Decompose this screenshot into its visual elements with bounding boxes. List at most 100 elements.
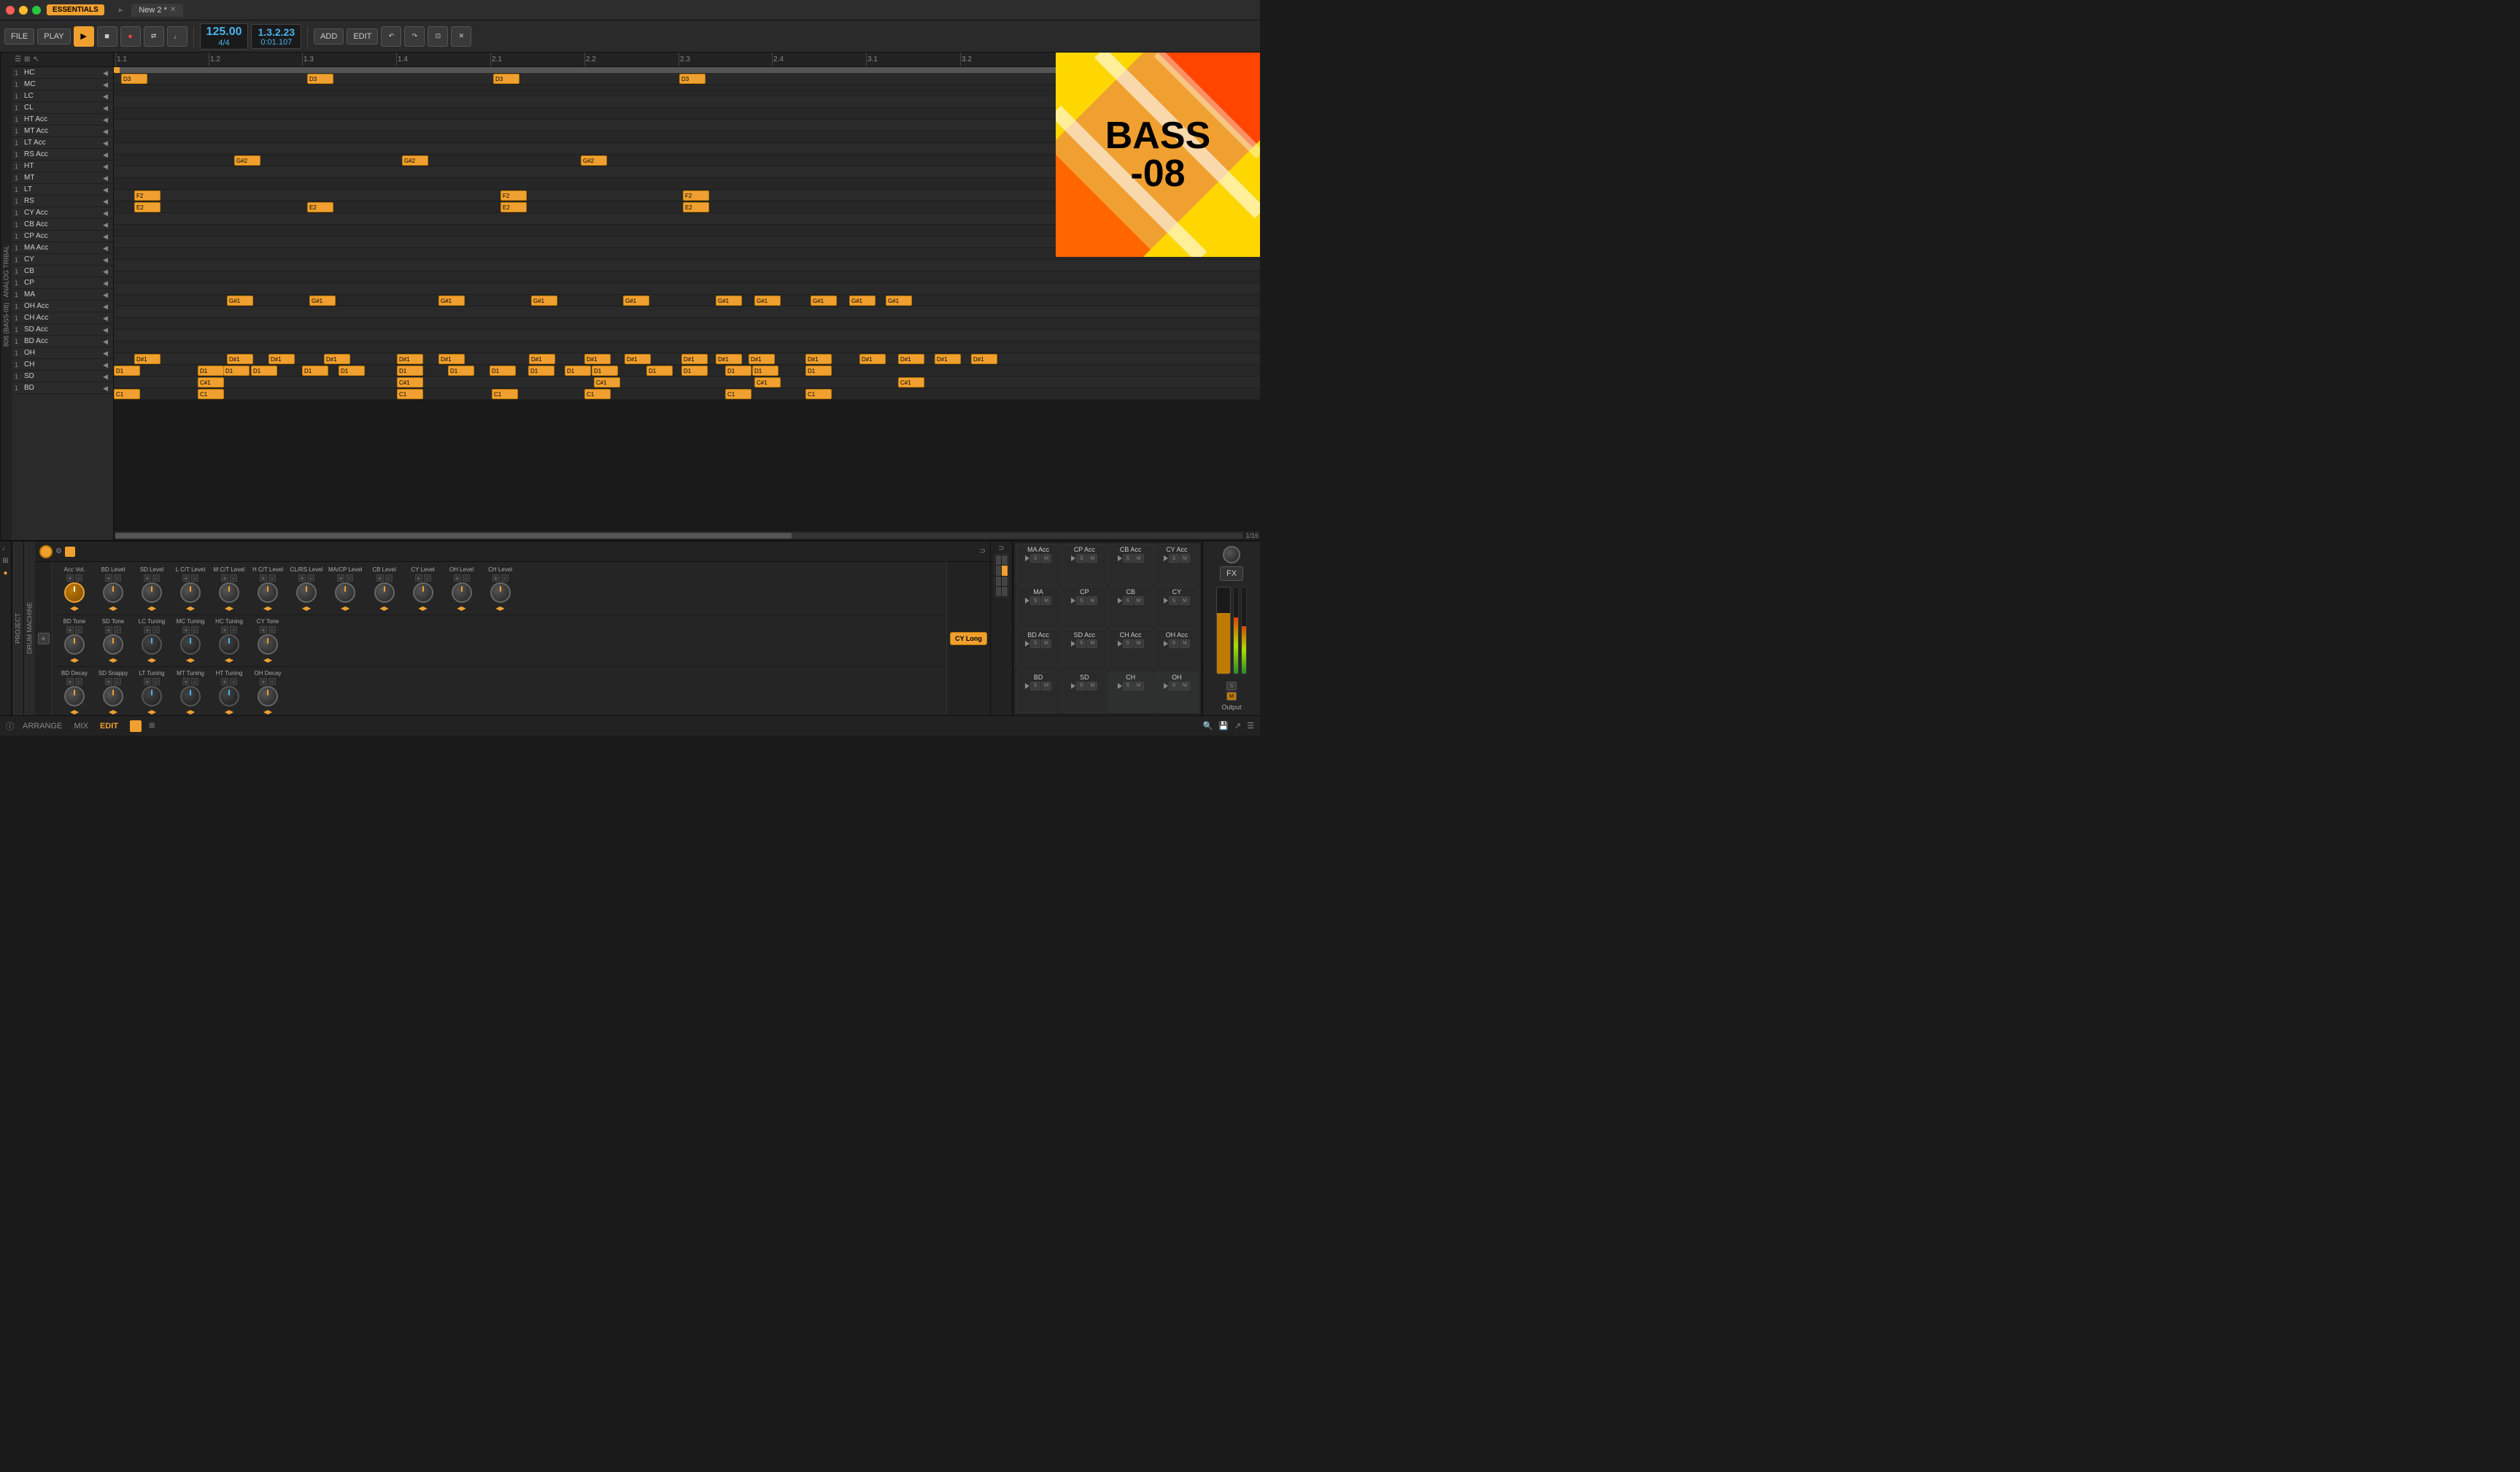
channel-mute-button[interactable]: M [1180, 639, 1190, 648]
track-mute-button[interactable]: ◀ [103, 315, 110, 322]
timeline-scrollbar[interactable]: 1/16 [114, 530, 1260, 540]
knob-plus-button[interactable]: + [144, 574, 151, 582]
note-block[interactable]: G#1 [623, 296, 649, 306]
knob-minus-button[interactable]: - [191, 626, 198, 633]
knob-minus-button[interactable]: - [501, 574, 509, 582]
knob-plus-button[interactable]: + [105, 626, 112, 633]
note-block[interactable]: D3 [679, 74, 706, 84]
note-block[interactable]: G#1 [716, 296, 742, 306]
pattern-cell[interactable] [1002, 555, 1008, 565]
knob-plus-button[interactable]: + [415, 574, 422, 582]
note-block[interactable]: C1 [584, 389, 611, 399]
knob-plus-button[interactable]: + [376, 574, 384, 582]
track-row-cb[interactable] [114, 271, 1260, 283]
channel-play-button[interactable] [1071, 641, 1075, 647]
note-block[interactable]: D#1 [227, 354, 253, 364]
track-row-ch[interactable]: D1D1D1D1D1D1D1D1D1D1D1D1D1D1D1D1D1 [114, 365, 1260, 377]
knob-cy-level[interactable] [413, 582, 433, 603]
knob-plus-button[interactable]: + [221, 678, 228, 685]
knob-plus-button[interactable]: + [260, 574, 267, 582]
channel-play-button[interactable] [1118, 683, 1122, 689]
pattern-cell-active[interactable] [1002, 566, 1008, 575]
capture-button[interactable]: ⊡ [428, 26, 448, 47]
track-row-ch-acc[interactable] [114, 318, 1260, 330]
channel-play-button[interactable] [1071, 683, 1075, 689]
scrollbar-thumb[interactable] [115, 533, 792, 539]
channel-mute-button[interactable]: M [1134, 682, 1144, 690]
channel-solo-button[interactable]: S [1169, 682, 1179, 690]
dm-power-btn[interactable] [39, 545, 53, 558]
knob-sd-snappy[interactable] [103, 686, 123, 706]
add-track-button[interactable]: + [38, 633, 50, 644]
m-button[interactable]: M [1226, 692, 1237, 701]
note-block[interactable]: D#1 [716, 354, 742, 364]
note-block[interactable]: G#2 [402, 155, 428, 166]
knob-plus-button[interactable]: + [105, 678, 112, 685]
channel-play-button[interactable] [1025, 598, 1029, 604]
track-row-bd[interactable]: C1C1C1C1C1C1C1 [114, 388, 1260, 400]
volume-fader[interactable] [1216, 587, 1231, 674]
loop-button[interactable]: ⇄ [144, 26, 164, 47]
knob-plus-button[interactable]: + [105, 574, 112, 582]
knob-minus-button[interactable]: - [152, 678, 160, 685]
knob-bd-tone[interactable] [64, 634, 85, 655]
note-block[interactable]: C#1 [198, 377, 224, 388]
undo-button[interactable]: ↶ [381, 26, 401, 47]
channel-play-button[interactable] [1164, 598, 1168, 604]
knob-mt-tuning[interactable] [180, 686, 201, 706]
knob-mc-tuning[interactable] [180, 634, 201, 655]
knob-lc-tuning[interactable] [142, 634, 162, 655]
note-block[interactable]: C1 [397, 389, 423, 399]
knob-plus-button[interactable]: + [492, 574, 500, 582]
track-mute-button[interactable]: ◀ [103, 151, 110, 158]
note-block[interactable]: D1 [302, 366, 328, 376]
knob-oh-level[interactable] [452, 582, 472, 603]
knob-ma-cp-level[interactable] [335, 582, 355, 603]
knob-minus-button[interactable]: - [230, 678, 237, 685]
note-block[interactable]: G#1 [811, 296, 837, 306]
channel-solo-button[interactable]: S [1076, 596, 1086, 605]
note-block[interactable]: G#1 [227, 296, 253, 306]
track-mute-button[interactable]: ◀ [103, 186, 110, 193]
note-block[interactable]: D#1 [971, 354, 997, 364]
note-block[interactable]: D#1 [859, 354, 886, 364]
note-block[interactable]: D#1 [529, 354, 555, 364]
knob-plus-button[interactable]: + [66, 626, 74, 633]
redo-button[interactable]: ↷ [404, 26, 425, 47]
share-icon[interactable]: ↗ [1234, 721, 1241, 731]
note-block[interactable]: D1 [448, 366, 474, 376]
track-mute-button[interactable]: ◀ [103, 209, 110, 217]
note-block[interactable]: D#1 [805, 354, 832, 364]
channel-solo-button[interactable]: S [1076, 639, 1086, 648]
track-mute-button[interactable]: ◀ [103, 104, 110, 112]
note-block[interactable]: G#1 [754, 296, 781, 306]
note-block[interactable]: E2 [134, 202, 161, 212]
note-block[interactable]: D#1 [584, 354, 611, 364]
knob-plus-button[interactable]: + [182, 626, 190, 633]
pattern-cell[interactable] [996, 577, 1002, 586]
note-block[interactable]: G#2 [581, 155, 607, 166]
track-mute-button[interactable]: ◀ [103, 116, 110, 123]
fx-button[interactable]: FX [1220, 566, 1243, 581]
track-mute-button[interactable]: ◀ [103, 268, 110, 275]
note-block[interactable]: D3 [493, 74, 519, 84]
note-block[interactable]: G#2 [234, 155, 260, 166]
knob-plus-button[interactable]: + [144, 626, 151, 633]
channel-solo-button[interactable]: S [1123, 596, 1133, 605]
knob-plus-button[interactable]: + [260, 626, 267, 633]
track-mute-button[interactable]: ◀ [103, 280, 110, 287]
note-block[interactable]: D#1 [749, 354, 775, 364]
channel-play-button[interactable] [1071, 555, 1075, 561]
cy-long-button[interactable]: CY Long [950, 632, 987, 645]
knob-minus-button[interactable]: - [191, 574, 198, 582]
knob-bd-decay[interactable] [64, 686, 85, 706]
note-block[interactable]: C#1 [754, 377, 781, 388]
note-block[interactable]: F2 [683, 190, 709, 201]
knob-minus-button[interactable]: - [268, 626, 276, 633]
knob-plus-button[interactable]: + [66, 574, 74, 582]
note-block[interactable]: D1 [490, 366, 516, 376]
channel-solo-button[interactable]: S [1123, 682, 1133, 690]
knob-minus-button[interactable]: - [307, 574, 314, 582]
channel-play-button[interactable] [1025, 555, 1029, 561]
track-mute-button[interactable]: ◀ [103, 256, 110, 263]
